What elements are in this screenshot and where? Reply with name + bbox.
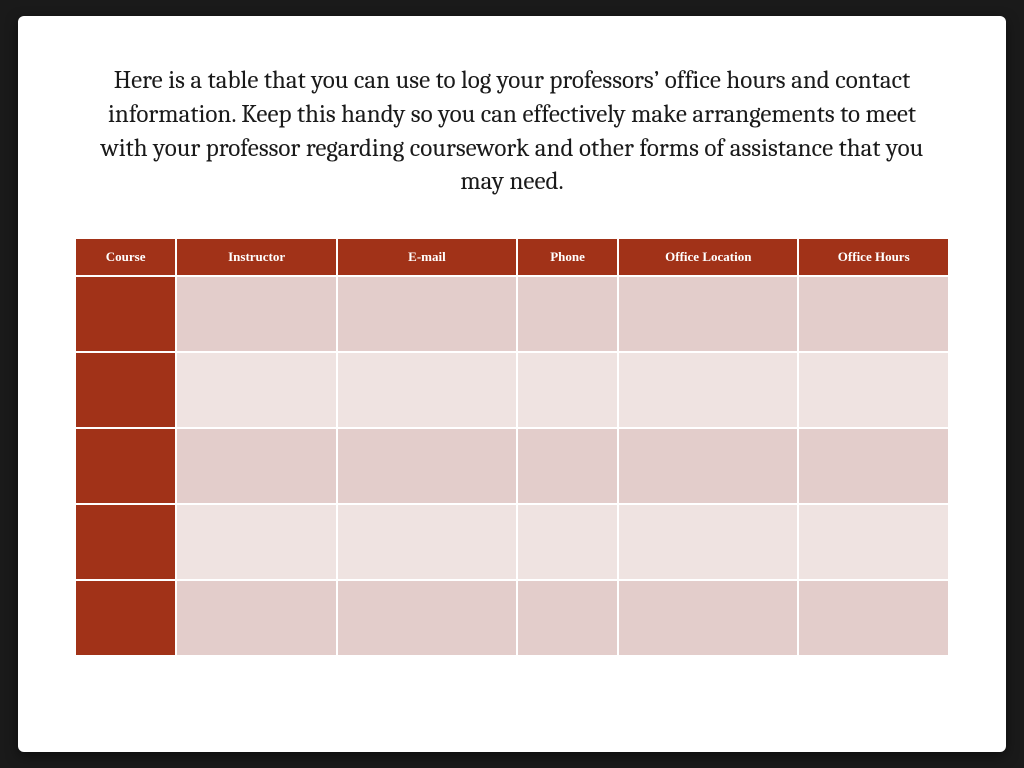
table-container: Course Instructor E-mail Phone Office Lo… bbox=[74, 237, 950, 657]
header-course: Course bbox=[76, 239, 175, 275]
cell-course bbox=[76, 429, 175, 503]
office-hours-table: Course Instructor E-mail Phone Office Lo… bbox=[74, 237, 950, 657]
header-instructor: Instructor bbox=[177, 239, 336, 275]
header-location: Office Location bbox=[619, 239, 797, 275]
cell-course bbox=[76, 277, 175, 351]
table-row bbox=[76, 277, 948, 351]
table-row bbox=[76, 581, 948, 655]
table-row bbox=[76, 429, 948, 503]
cell-location bbox=[619, 353, 797, 427]
table-row bbox=[76, 505, 948, 579]
cell-location bbox=[619, 429, 797, 503]
cell-course bbox=[76, 581, 175, 655]
cell-hours bbox=[799, 581, 948, 655]
cell-email bbox=[338, 581, 516, 655]
cell-location bbox=[619, 277, 797, 351]
cell-location bbox=[619, 581, 797, 655]
cell-instructor bbox=[177, 581, 336, 655]
header-phone: Phone bbox=[518, 239, 617, 275]
cell-hours bbox=[799, 277, 948, 351]
cell-email bbox=[338, 277, 516, 351]
cell-hours bbox=[799, 353, 948, 427]
cell-hours bbox=[799, 505, 948, 579]
cell-email bbox=[338, 505, 516, 579]
cell-instructor bbox=[177, 505, 336, 579]
cell-instructor bbox=[177, 429, 336, 503]
cell-phone bbox=[518, 581, 617, 655]
cell-phone bbox=[518, 277, 617, 351]
cell-phone bbox=[518, 353, 617, 427]
cell-email bbox=[338, 353, 516, 427]
cell-email bbox=[338, 429, 516, 503]
cell-instructor bbox=[177, 277, 336, 351]
table-header-row: Course Instructor E-mail Phone Office Lo… bbox=[76, 239, 948, 275]
header-email: E-mail bbox=[338, 239, 516, 275]
slide: Here is a table that you can use to log … bbox=[18, 16, 1006, 752]
cell-course bbox=[76, 505, 175, 579]
table-row bbox=[76, 353, 948, 427]
slide-description: Here is a table that you can use to log … bbox=[74, 64, 950, 199]
cell-phone bbox=[518, 505, 617, 579]
cell-course bbox=[76, 353, 175, 427]
cell-location bbox=[619, 505, 797, 579]
cell-instructor bbox=[177, 353, 336, 427]
cell-phone bbox=[518, 429, 617, 503]
header-hours: Office Hours bbox=[799, 239, 948, 275]
cell-hours bbox=[799, 429, 948, 503]
